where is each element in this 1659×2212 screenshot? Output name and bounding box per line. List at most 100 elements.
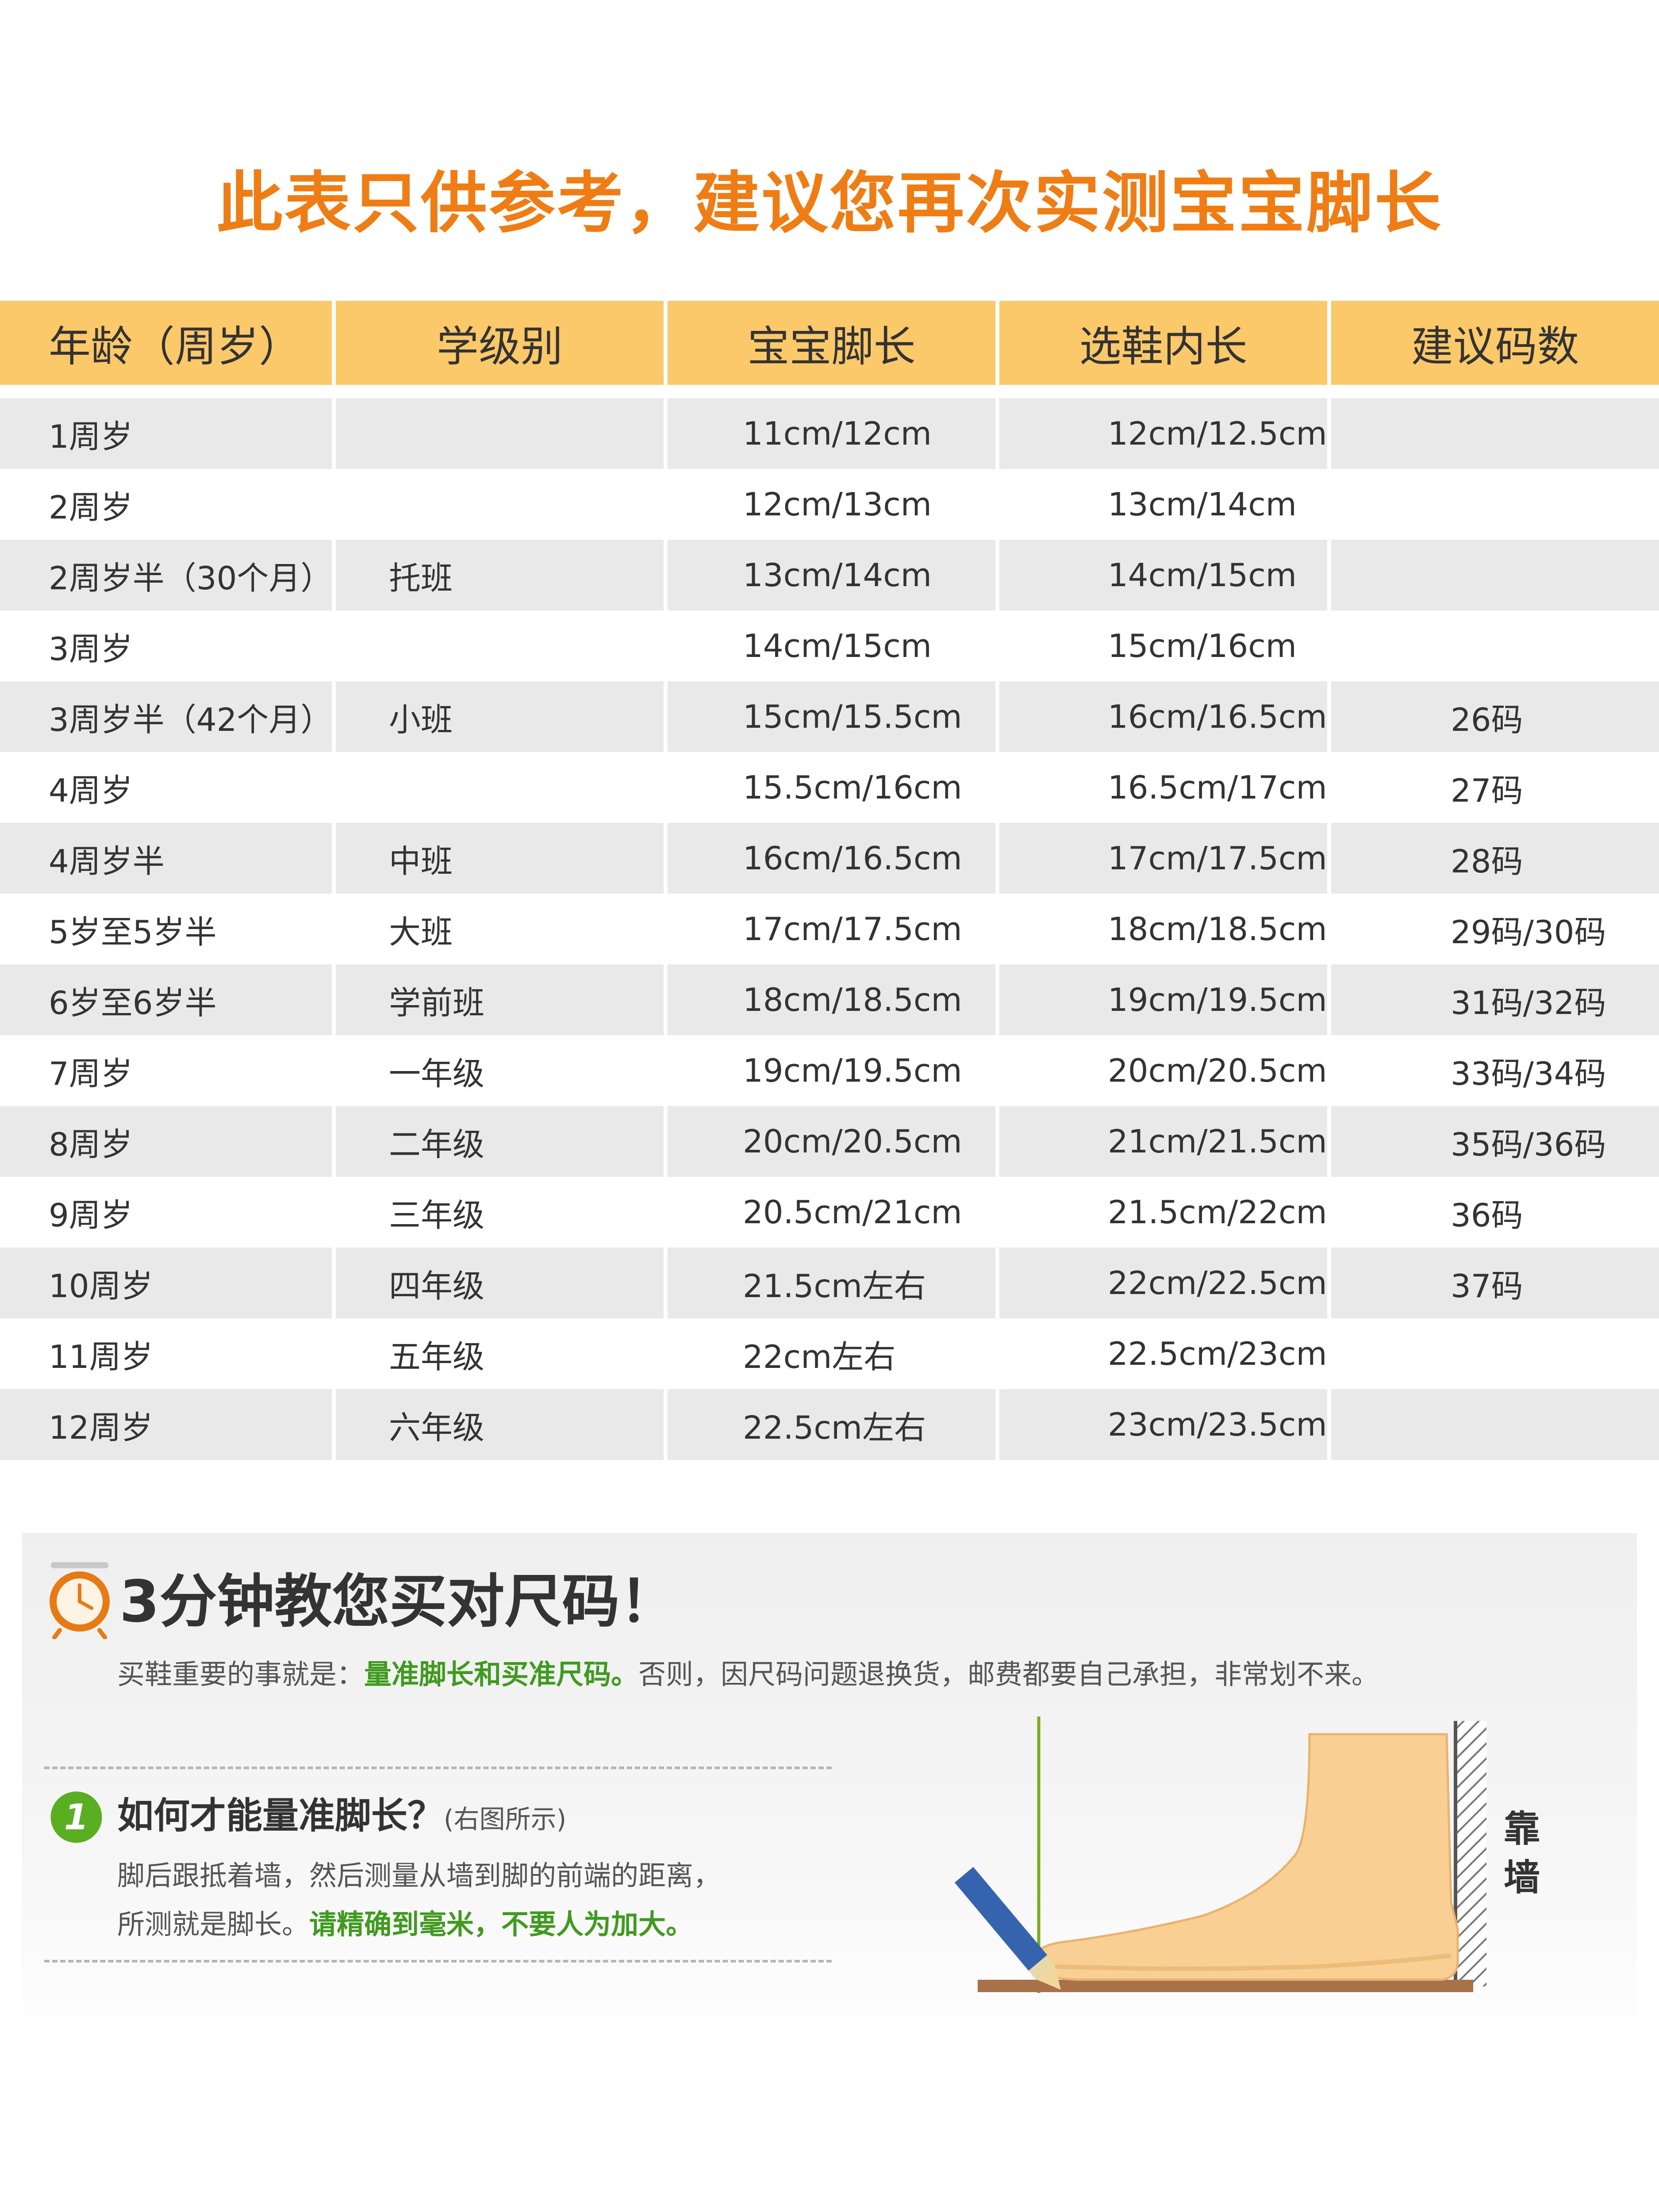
cell-shoe-inner-length: 13cm/14cm (995, 469, 1327, 540)
cell-age: 11周岁 (0, 1318, 332, 1389)
cell-age: 10周岁 (0, 1248, 332, 1318)
cell-grade: 学前班 (332, 964, 664, 1035)
cell-age: 1周岁 (0, 398, 332, 469)
cell-shoe-inner-length: 19cm/19.5cm (995, 964, 1327, 1035)
wall-label: 靠墙 (1503, 1808, 1540, 1899)
cell-foot-length: 14cm/15cm (664, 611, 995, 681)
cell-age: 2周岁 (0, 469, 332, 540)
cell-grade: 三年级 (332, 1177, 664, 1248)
cell-suggested-size: 27码 (1327, 752, 1659, 823)
cell-foot-length: 22.5cm左右 (664, 1389, 995, 1460)
cell-grade (332, 611, 664, 681)
table-row: 6岁至6岁半 学前班 18cm/18.5cm 19cm/19.5cm 31码/32码 (0, 964, 1659, 1035)
cell-foot-length: 21.5cm左右 (664, 1248, 995, 1318)
pencil-icon (954, 1867, 1061, 1990)
cell-grade: 六年级 (332, 1389, 664, 1460)
cell-shoe-inner-length: 20cm/20.5cm (995, 1035, 1327, 1106)
header-grade: 学级别 (332, 301, 664, 398)
cell-foot-length: 15.5cm/16cm (664, 752, 995, 823)
cell-suggested-size: 33码/34码 (1327, 1035, 1659, 1106)
cell-grade (332, 752, 664, 823)
svg-text:1: 1 (64, 1797, 89, 1838)
table-row: 8周岁 二年级 20cm/20.5cm 21cm/21.5cm 35码/36码 (0, 1106, 1659, 1177)
cell-foot-length: 20cm/20.5cm (664, 1106, 995, 1177)
cell-foot-length: 11cm/12cm (664, 398, 995, 469)
cell-grade: 小班 (332, 681, 664, 752)
table-row: 4周岁半 中班 16cm/16.5cm 17cm/17.5cm 28码 (0, 823, 1659, 894)
table-row: 9周岁 三年级 20.5cm/21cm 21.5cm/22cm 36码 (0, 1177, 1659, 1248)
table-row: 12周岁 六年级 22.5cm左右 23cm/23.5cm (0, 1389, 1659, 1460)
header-foot-length: 宝宝脚长 (664, 301, 995, 398)
cell-grade (332, 469, 664, 540)
divider-bottom (44, 1960, 832, 1962)
cell-suggested-size: 26码 (1327, 681, 1659, 752)
table-row: 4周岁 15.5cm/16cm 16.5cm/17cm 27码 (0, 752, 1659, 823)
intro-text-highlight: 量准脚长和买准尺码。 (364, 1658, 639, 1690)
cell-suggested-size (1327, 469, 1659, 540)
cell-suggested-size: 28码 (1327, 823, 1659, 894)
cell-foot-length: 15cm/15.5cm (664, 681, 995, 752)
cell-age: 4周岁半 (0, 823, 332, 894)
foot-measurement-illustration (954, 1717, 1486, 1993)
table-row: 2周岁 12cm/13cm 13cm/14cm (0, 469, 1659, 540)
cell-suggested-size (1327, 611, 1659, 681)
alarm-clock-icon (50, 1562, 110, 1639)
cell-shoe-inner-length: 16.5cm/17cm (995, 752, 1327, 823)
cell-suggested-size: 37码 (1327, 1248, 1659, 1318)
table-row: 10周岁 四年级 21.5cm左右 22cm/22.5cm 37码 (0, 1248, 1659, 1318)
cell-foot-length: 12cm/13cm (664, 469, 995, 540)
cell-age: 4周岁 (0, 752, 332, 823)
table-row: 5岁至5岁半 大班 17cm/17.5cm 18cm/18.5cm 29码/30码 (0, 894, 1659, 964)
cell-shoe-inner-length: 14cm/15cm (995, 540, 1327, 611)
cell-foot-length: 17cm/17.5cm (664, 894, 995, 964)
cell-shoe-inner-length: 15cm/16cm (995, 611, 1327, 681)
step-title-note: (右图所示) (444, 1804, 567, 1834)
cell-shoe-inner-length: 18cm/18.5cm (995, 894, 1327, 964)
cell-age: 5岁至5岁半 (0, 894, 332, 964)
foot-icon (1032, 1733, 1459, 1981)
table-row: 3周岁 14cm/15cm 15cm/16cm (0, 611, 1659, 681)
cell-foot-length: 22cm左右 (664, 1318, 995, 1389)
cell-shoe-inner-length: 21.5cm/22cm (995, 1177, 1327, 1248)
cell-age: 12周岁 (0, 1389, 332, 1460)
cell-foot-length: 16cm/16.5cm (664, 823, 995, 894)
cell-suggested-size (1327, 398, 1659, 469)
wall-hatch (1455, 1721, 1486, 1986)
cell-foot-length: 13cm/14cm (664, 540, 995, 611)
cell-grade: 托班 (332, 540, 664, 611)
header-age: 年龄（周岁） (0, 301, 332, 398)
step-text-line-2: 所测就是脚长。请精确到毫米，不要人为加大。 (117, 1900, 693, 1949)
cell-grade: 四年级 (332, 1248, 664, 1318)
cell-shoe-inner-length: 21cm/21.5cm (995, 1106, 1327, 1177)
divider-top (44, 1767, 832, 1769)
cell-grade: 五年级 (332, 1318, 664, 1389)
cell-shoe-inner-length: 17cm/17.5cm (995, 823, 1327, 894)
cell-shoe-inner-length: 12cm/12.5cm (995, 398, 1327, 469)
cell-age: 9周岁 (0, 1177, 332, 1248)
cell-shoe-inner-length: 23cm/23.5cm (995, 1389, 1327, 1460)
cell-suggested-size: 35码/36码 (1327, 1106, 1659, 1177)
table-row: 7周岁 一年级 19cm/19.5cm 20cm/20.5cm 33码/34码 (0, 1035, 1659, 1106)
cell-foot-length: 18cm/18.5cm (664, 964, 995, 1035)
step-title: 如何才能量准脚长？(右图所示) (117, 1787, 566, 1848)
cell-foot-length: 19cm/19.5cm (664, 1035, 995, 1106)
intro-text: 买鞋重要的事就是：量准脚长和买准尺码。否则，因尺码问题退换货，邮费都要自己承担，… (117, 1650, 1379, 1699)
header-shoe-inner-length: 选鞋内长 (995, 301, 1327, 398)
cell-grade: 中班 (332, 823, 664, 894)
page-title: 此表只供参考，建议您再次实测宝宝脚长 (216, 165, 1443, 242)
intro-text-before: 买鞋重要的事就是： (117, 1658, 365, 1690)
step-text-line-1: 脚后跟抵着墙，然后测量从墙到脚的前端的距离， (117, 1859, 721, 1892)
cell-age: 3周岁半（42个月） (0, 681, 332, 752)
size-chart-table: 年龄（周岁） 学级别 宝宝脚长 选鞋内长 建议码数 1周岁 11cm/12cm 12… (0, 301, 1659, 1460)
table-body: 1周岁 11cm/12cm 12cm/12.5cm 2周岁 12cm/13cm 13cm/… (0, 398, 1659, 1460)
header-suggested-size: 建议码数 (1327, 301, 1659, 398)
cell-suggested-size: 36码 (1327, 1177, 1659, 1248)
cell-grade: 一年级 (332, 1035, 664, 1106)
cell-suggested-size (1327, 1318, 1659, 1389)
cell-foot-length: 20.5cm/21cm (664, 1177, 995, 1248)
cell-suggested-size (1327, 540, 1659, 611)
table-row: 3周岁半（42个月） 小班 15cm/15.5cm 16cm/16.5cm 26码 (0, 681, 1659, 752)
cell-grade: 大班 (332, 894, 664, 964)
cell-grade (332, 398, 664, 469)
cell-age: 8周岁 (0, 1106, 332, 1177)
